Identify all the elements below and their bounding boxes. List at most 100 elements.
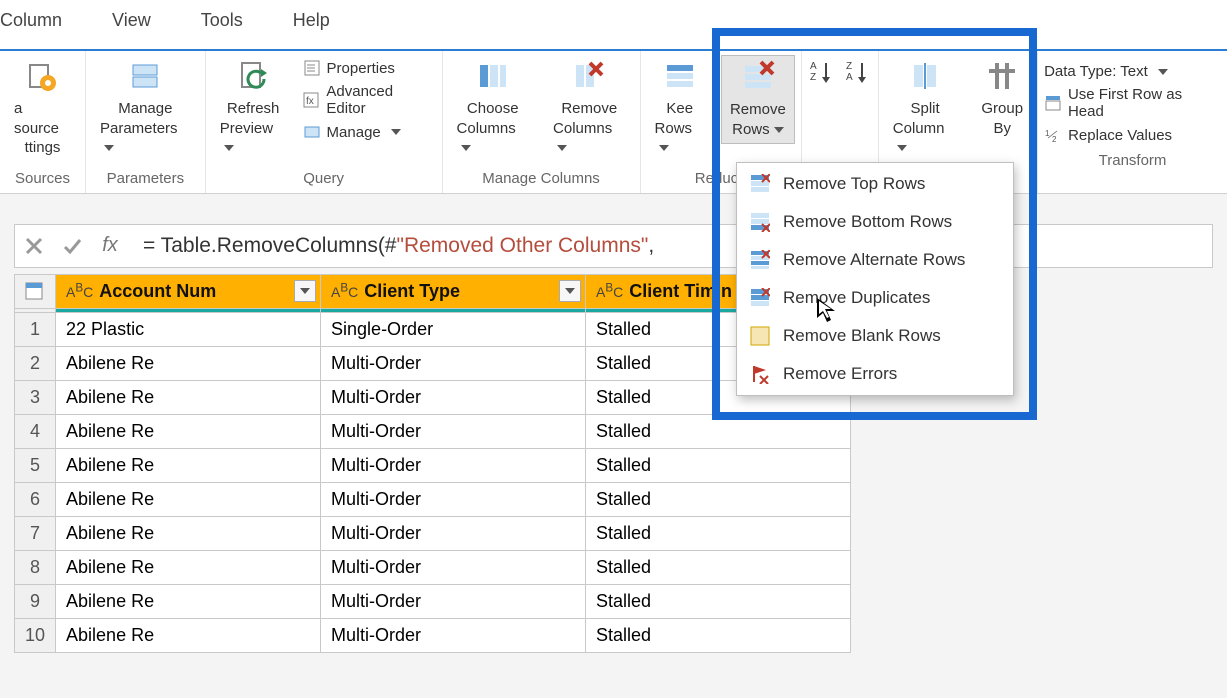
cell-client-type[interactable]: Multi-Order xyxy=(321,550,586,584)
cell-client-type[interactable]: Multi-Order xyxy=(321,448,586,482)
sort-asc-button[interactable]: AZ xyxy=(808,55,836,93)
properties-button[interactable]: Properties xyxy=(303,59,436,77)
label: Advanced Editor xyxy=(326,83,435,117)
cell-account-num[interactable]: Abilene Re xyxy=(56,550,321,584)
cell-client-timing[interactable]: Stalled xyxy=(586,414,851,448)
sort-desc-icon: ZA xyxy=(846,59,870,83)
cell-client-type[interactable]: Multi-Order xyxy=(321,414,586,448)
menu-column[interactable]: Column xyxy=(0,10,62,31)
keep-rows-icon xyxy=(663,59,697,93)
cell-client-type[interactable]: Multi-Order xyxy=(321,516,586,550)
dropdown-label: Remove Top Rows xyxy=(783,174,925,194)
cell-account-num[interactable]: Abilene Re xyxy=(56,618,321,652)
formula-bar: fx = Table.RemoveColumns(#"Removed Other… xyxy=(14,224,1213,268)
ribbon-group-transform: Data Type: Text Use First Row as Head 12… xyxy=(1038,51,1227,193)
table-row[interactable]: 9Abilene ReMulti-OrderStalled xyxy=(15,584,851,618)
filter-icon[interactable] xyxy=(559,280,581,302)
cell-account-num[interactable]: Abilene Re xyxy=(56,584,321,618)
filter-icon[interactable] xyxy=(294,280,316,302)
table-row[interactable]: 4Abilene ReMulti-OrderStalled xyxy=(15,414,851,448)
cell-client-timing[interactable]: Stalled xyxy=(586,516,851,550)
cell-client-type[interactable]: Multi-Order xyxy=(321,482,586,516)
label: Use First Row as Head xyxy=(1068,86,1221,120)
table-row[interactable]: 6Abilene ReMulti-OrderStalled xyxy=(15,482,851,516)
split-column-button[interactable]: Split Column xyxy=(885,55,966,162)
cell-client-type[interactable]: Multi-Order xyxy=(321,618,586,652)
cell-account-num[interactable]: Abilene Re xyxy=(56,380,321,414)
cell-account-num[interactable]: 22 Plastic xyxy=(56,312,321,346)
data-type-button[interactable]: Data Type: Text xyxy=(1044,63,1221,80)
label: Properties xyxy=(327,60,395,77)
choose-columns-button[interactable]: Choose Columns xyxy=(449,55,538,162)
label-line: Remove xyxy=(561,99,617,119)
label-line: ttings xyxy=(25,138,61,158)
dropdown-item-remove-bottom-rows[interactable]: Remove Bottom Rows xyxy=(737,203,1013,241)
select-all-corner[interactable] xyxy=(15,274,56,308)
refresh-preview-button[interactable]: Refresh Preview xyxy=(212,55,295,162)
table-row[interactable]: 10Abilene ReMulti-OrderStalled xyxy=(15,618,851,652)
label: Manage xyxy=(327,124,381,141)
cell-account-num[interactable]: Abilene Re xyxy=(56,346,321,380)
cell-client-timing[interactable]: Stalled xyxy=(586,550,851,584)
formula-input[interactable]: = Table.RemoveColumns(#"Removed Other Co… xyxy=(129,233,1212,258)
table-row[interactable]: 2Abilene ReMulti-OrderStalled xyxy=(15,346,851,380)
row-number: 6 xyxy=(15,482,56,516)
formula-text-segment: = Table.RemoveColumns(# xyxy=(143,234,397,257)
gear-icon xyxy=(26,59,60,93)
column-header-account-num[interactable]: ABCAccount Num xyxy=(56,274,321,308)
cancel-formula-button[interactable] xyxy=(15,237,53,255)
fx-button[interactable]: fx xyxy=(91,234,129,257)
dropdown-item-remove-duplicates[interactable]: Remove Duplicates xyxy=(737,279,1013,317)
cell-account-num[interactable]: Abilene Re xyxy=(56,448,321,482)
keep-rows-button[interactable]: Kee Rows xyxy=(647,55,713,162)
table-row[interactable]: 8Abilene ReMulti-OrderStalled xyxy=(15,550,851,584)
advanced-editor-icon: fx xyxy=(303,91,321,109)
table-row[interactable]: 5Abilene ReMulti-OrderStalled xyxy=(15,448,851,482)
table-row[interactable]: 7Abilene ReMulti-OrderStalled xyxy=(15,516,851,550)
menu-view[interactable]: View xyxy=(112,10,151,31)
column-label: Account Num xyxy=(99,281,216,301)
cell-client-timing[interactable]: Stalled xyxy=(586,482,851,516)
group-by-button[interactable]: Group By xyxy=(973,55,1031,142)
remove-columns-button[interactable]: Remove Columns xyxy=(545,55,634,162)
table-row[interactable]: 122 PlasticSingle-OrderStalled xyxy=(15,312,851,346)
row-number: 8 xyxy=(15,550,56,584)
column-header-client-type[interactable]: ABCClient Type xyxy=(321,274,586,308)
svg-text:A: A xyxy=(810,61,817,72)
menu-tools[interactable]: Tools xyxy=(201,10,243,31)
dropdown-item-remove-top-rows[interactable]: Remove Top Rows xyxy=(737,165,1013,203)
label-line: Choose xyxy=(467,99,519,119)
cell-client-type[interactable]: Multi-Order xyxy=(321,584,586,618)
cell-client-timing[interactable]: Stalled xyxy=(586,584,851,618)
data-grid: ABCAccount Num ABCClient Type ABCClient … xyxy=(14,274,1213,653)
cell-client-type[interactable]: Multi-Order xyxy=(321,346,586,380)
sort-desc-button[interactable]: ZA xyxy=(844,55,872,93)
row-number: 7 xyxy=(15,516,56,550)
cell-client-timing[interactable]: Stalled xyxy=(586,448,851,482)
replace-values-button[interactable]: 12 Replace Values xyxy=(1044,126,1221,144)
cell-client-timing[interactable]: Stalled xyxy=(586,618,851,652)
label-line: Parameters xyxy=(100,119,191,158)
manage-parameters-button[interactable]: Manage Parameters xyxy=(92,55,199,162)
cell-account-num[interactable]: Abilene Re xyxy=(56,414,321,448)
cell-account-num[interactable]: Abilene Re xyxy=(56,516,321,550)
cell-account-num[interactable]: Abilene Re xyxy=(56,482,321,516)
remove-rows-button[interactable]: Remove Rows xyxy=(721,55,795,144)
advanced-editor-button[interactable]: fx Advanced Editor xyxy=(303,83,436,117)
dropdown-item-remove-alternate-rows[interactable]: Remove Alternate Rows xyxy=(737,241,1013,279)
use-first-row-headers-button[interactable]: Use First Row as Head xyxy=(1044,86,1221,120)
dropdown-item-remove-errors[interactable]: Remove Errors xyxy=(737,355,1013,393)
label-line: By xyxy=(993,119,1011,139)
cell-client-type[interactable]: Multi-Order xyxy=(321,380,586,414)
remove-rows-icon xyxy=(741,60,775,94)
refresh-icon xyxy=(236,59,270,93)
dropdown-item-remove-blank-rows[interactable]: Remove Blank Rows xyxy=(737,317,1013,355)
data-source-settings-button[interactable]: a source ttings xyxy=(6,55,79,162)
manage-button[interactable]: Manage xyxy=(303,123,436,141)
table-row[interactable]: 3Abilene ReMulti-OrderStalled xyxy=(15,380,851,414)
menu-help[interactable]: Help xyxy=(293,10,330,31)
dropdown-label: Remove Blank Rows xyxy=(783,326,941,346)
commit-formula-button[interactable] xyxy=(53,236,91,256)
label-line: Manage xyxy=(118,99,172,119)
cell-client-type[interactable]: Single-Order xyxy=(321,312,586,346)
